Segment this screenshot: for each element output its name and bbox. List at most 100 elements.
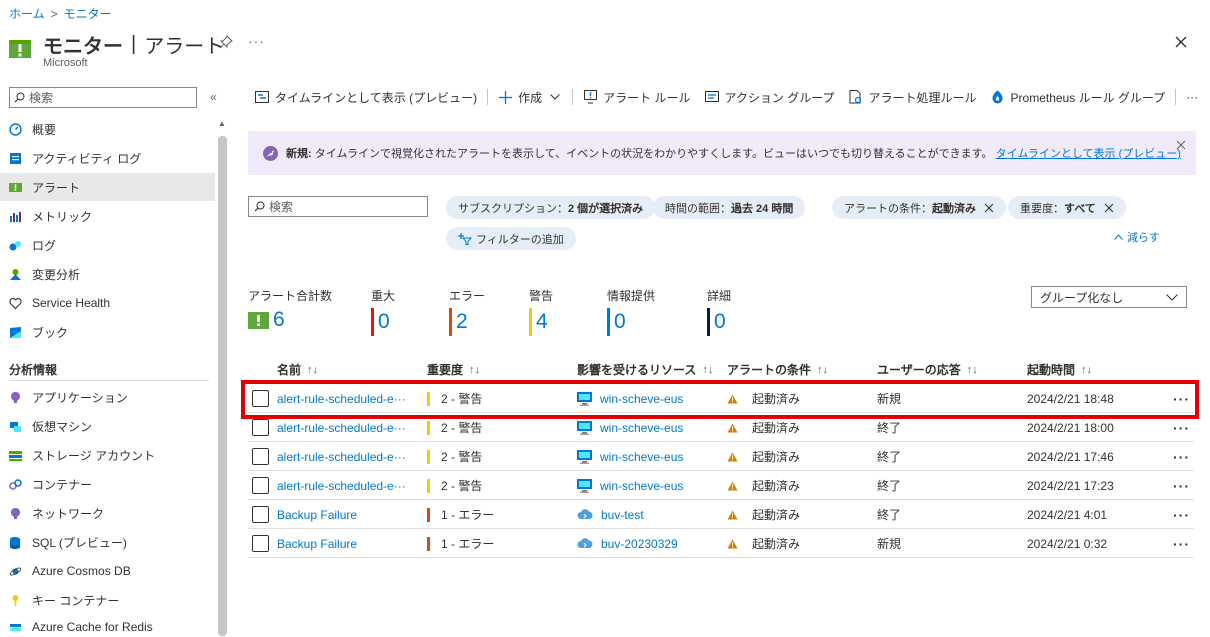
sidebar-search-placeholder: 検索 (29, 91, 54, 105)
resource-link[interactable]: buv-test (601, 508, 644, 522)
resource-link[interactable]: win-scheve-eus (600, 479, 683, 493)
sort-icon: ↑↓ (817, 363, 829, 376)
prometheus-rule-groups-button[interactable]: Prometheus ルール グループ (984, 85, 1173, 109)
sidebar-section-insights: 分析情報 (9, 363, 58, 377)
sidebar-item-activity-log[interactable]: アクティビティ ログ (0, 144, 215, 172)
row-checkbox[interactable] (252, 419, 269, 436)
banner-timeline-link[interactable]: タイムラインとして表示 (プレビュー) (996, 148, 1181, 160)
row-more-button[interactable]: ··· (1173, 478, 1190, 494)
close-icon[interactable] (1176, 140, 1186, 150)
sidebar-scrollbar[interactable] (218, 136, 227, 636)
column-header-resource[interactable]: 影響を受けるリソース ↑↓ (577, 361, 713, 378)
column-header-user-response[interactable]: ユーザーの応答 ↑↓ (877, 361, 978, 378)
alerts-search-input[interactable]: 検索 (248, 196, 428, 217)
alert-rule-icon (583, 90, 597, 104)
chevron-up-icon (1114, 234, 1123, 240)
row-checkbox[interactable] (252, 535, 269, 552)
column-header-condition[interactable]: アラートの条件 ↑↓ (727, 361, 828, 378)
add-filter-button[interactable]: フィルターの追加 (446, 227, 576, 250)
sidebar-item-service-health[interactable]: Service Health (0, 289, 215, 317)
alert-name-link[interactable]: Backup Failure (277, 508, 357, 522)
table-row[interactable]: Backup Failure 1 - エラー buv-20230329 起動済み 新規 2… (248, 529, 1194, 558)
collapse-sidebar-button[interactable]: « (210, 90, 217, 104)
resource-link[interactable]: win-scheve-eus (600, 421, 683, 435)
create-button[interactable]: 作成 (491, 85, 569, 109)
summary-error[interactable]: エラー 2 (449, 287, 485, 336)
breadcrumb-monitor[interactable]: モニター (64, 5, 112, 22)
vm-icon (577, 420, 592, 435)
row-checkbox[interactable] (252, 506, 269, 523)
row-more-cell: ··· (1173, 529, 1190, 558)
filter-pill-subscription[interactable]: サブスクリプション：2 個が選択済み (446, 196, 656, 219)
close-icon[interactable] (1174, 35, 1188, 49)
resource-link[interactable]: win-scheve-eus (600, 450, 683, 464)
action-groups-button[interactable]: アクション グループ (698, 85, 842, 109)
sidebar-item-alerts[interactable]: アラート (0, 173, 215, 201)
summary-critical[interactable]: 重大 0 (371, 287, 395, 336)
scroll-up-icon[interactable]: ▲ (218, 119, 226, 128)
sidebar-item-key-vaults[interactable]: キー コンテナー (0, 586, 215, 614)
summary-warning[interactable]: 警告 4 (529, 287, 553, 336)
user-response-cell: 終了 (877, 471, 901, 500)
alert-name-link[interactable]: Backup Failure (277, 537, 357, 551)
alerts-search-placeholder: 検索 (269, 200, 294, 214)
filter-pill-time-range[interactable]: 時間の範囲：過去 24 時間 (653, 196, 806, 219)
sidebar-item-virtual-machines[interactable]: 仮想マシン (0, 412, 215, 440)
group-by-select[interactable]: グループ化なし (1031, 286, 1187, 308)
more-options-button[interactable]: ··· (248, 33, 265, 49)
sidebar-item-applications[interactable]: アプリケーション (0, 383, 215, 411)
breadcrumb-home[interactable]: ホーム (9, 5, 45, 22)
row-checkbox[interactable] (252, 477, 269, 494)
sidebar-item-label: 変更分析 (32, 267, 81, 282)
filter-pill-severity[interactable]: 重要度：すべて (1008, 196, 1126, 219)
toolbar-more-button[interactable]: ··· (1179, 85, 1205, 109)
sidebar-search-input[interactable]: 検索 (9, 87, 197, 108)
alert-processing-rules-button[interactable]: アラート処理ルール (842, 85, 984, 109)
alert-rules-label: アラート ルール (603, 90, 691, 105)
alert-rules-button[interactable]: アラート ルール (576, 85, 697, 109)
reduce-filters-button[interactable]: 減らす (1114, 229, 1160, 245)
column-header-label: 影響を受けるリソース (577, 363, 697, 377)
filter-pill-alert-condition[interactable]: アラートの条件：起動済み (832, 196, 1006, 219)
sidebar-item-sql[interactable]: SQL (プレビュー) (0, 528, 215, 556)
row-checkbox[interactable] (252, 448, 269, 465)
condition-cell: 起動済み (727, 500, 800, 529)
summary-total[interactable]: アラート合計数 6 (248, 287, 332, 332)
summary-verbose[interactable]: 詳細 0 (707, 287, 731, 336)
summary-informational[interactable]: 情報提供 0 (607, 287, 655, 336)
sort-icon: ↑↓ (1081, 363, 1093, 376)
row-more-button[interactable]: ··· (1173, 420, 1190, 436)
row-more-button[interactable]: ··· (1173, 507, 1190, 523)
alert-name-link[interactable]: alert-rule-scheduled-e··· (277, 450, 406, 464)
column-header-fired-time[interactable]: 起動時間 ↑↓ (1027, 361, 1092, 378)
pin-icon[interactable] (219, 35, 233, 49)
sidebar-item-logs[interactable]: ログ (0, 231, 215, 259)
table-row[interactable]: alert-rule-scheduled-e··· 2 - 警告 win-schev… (248, 471, 1194, 500)
row-more-button[interactable]: ··· (1173, 536, 1190, 552)
row-more-button[interactable]: ··· (1173, 449, 1190, 465)
sidebar-item-containers[interactable]: コンテナー (0, 470, 215, 498)
sidebar-item-networks[interactable]: ネットワーク (0, 499, 215, 527)
sidebar-item-storage-accounts[interactable]: ストレージ アカウント (0, 441, 215, 469)
sidebar-item-cosmos-db[interactable]: Azure Cosmos DB (0, 557, 215, 585)
column-header-name[interactable]: 名前 ↑↓ (277, 361, 318, 378)
sidebar-item-metrics[interactable]: メトリック (0, 202, 215, 230)
summary-label: 詳細 (707, 289, 732, 303)
table-row[interactable]: alert-rule-scheduled-e··· 2 - 警告 win-schev… (248, 442, 1194, 471)
table-row[interactable]: Backup Failure 1 - エラー buv-test 起動済み 終了 2024/… (248, 500, 1194, 529)
resource-link[interactable]: buv-20230329 (601, 537, 678, 551)
sidebar-item-overview[interactable]: 概要 (0, 115, 215, 143)
sidebar-item-workbooks[interactable]: ブック (0, 318, 215, 346)
severity-cell: 1 - エラー (427, 500, 494, 529)
user-response-label: 終了 (877, 421, 902, 435)
timeline-view-button[interactable]: タイムラインとして表示 (プレビュー) (248, 85, 484, 109)
sidebar-item-change-analysis[interactable]: 変更分析 (0, 260, 215, 288)
alert-name-link[interactable]: alert-rule-scheduled-e··· (277, 479, 406, 493)
remove-filter-icon[interactable] (984, 203, 994, 213)
sidebar-item-redis[interactable]: Azure Cache for Redis (0, 613, 215, 637)
alert-name-link[interactable]: alert-rule-scheduled-e··· (277, 421, 406, 435)
alert-name-cell: alert-rule-scheduled-e··· (277, 471, 420, 500)
remove-filter-icon[interactable] (1104, 203, 1114, 213)
network-icon (9, 507, 22, 520)
column-header-severity[interactable]: 重要度 ↑↓ (427, 361, 480, 378)
